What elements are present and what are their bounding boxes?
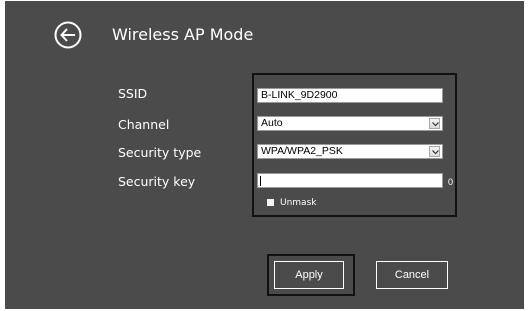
unmask-label: Unmask bbox=[280, 198, 317, 208]
ssid-input[interactable]: B-LINK_9D2900 bbox=[257, 88, 443, 103]
cancel-button[interactable]: Cancel bbox=[376, 261, 448, 289]
channel-select[interactable]: Auto bbox=[257, 116, 443, 131]
ssid-label: SSID bbox=[118, 86, 148, 101]
text-caret bbox=[260, 176, 261, 186]
chevron-down-icon[interactable] bbox=[429, 118, 440, 129]
channel-select-value: Auto bbox=[261, 117, 283, 129]
back-arrow-icon[interactable] bbox=[53, 20, 83, 50]
security-key-length: 0 bbox=[448, 177, 454, 187]
chevron-down-icon[interactable] bbox=[429, 146, 440, 157]
security-key-input[interactable] bbox=[257, 173, 443, 188]
page-title: Wireless AP Mode bbox=[112, 25, 254, 44]
channel-label: Channel bbox=[118, 117, 170, 132]
apply-button[interactable]: Apply bbox=[274, 261, 344, 289]
security-type-select-value: WPA/WPA2_PSK bbox=[261, 145, 343, 157]
security-type-select[interactable]: WPA/WPA2_PSK bbox=[257, 144, 443, 159]
security-key-label: Security key bbox=[118, 174, 196, 189]
dialog-panel: Wireless AP Mode SSID Channel Security t… bbox=[5, 1, 524, 309]
unmask-checkbox[interactable] bbox=[267, 199, 274, 206]
security-type-label: Security type bbox=[118, 145, 202, 160]
